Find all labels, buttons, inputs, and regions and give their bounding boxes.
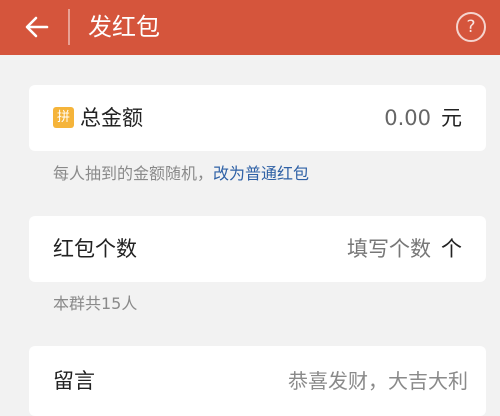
top-bar: 发红包 ?: [0, 0, 500, 55]
packet-count-label: 红包个数: [53, 237, 137, 261]
hint-text: 每人抽到的金额随机，: [53, 164, 214, 183]
back-button[interactable]: [20, 10, 54, 44]
random-amount-hint: 每人抽到的金额随机，改为普通红包: [53, 163, 309, 185]
question-circle-icon: ?: [466, 17, 476, 37]
total-amount-label: 总金额: [80, 106, 143, 130]
message-label: 留言: [53, 369, 95, 393]
amount-unit: 元: [441, 106, 462, 130]
arrow-left-icon: [25, 16, 49, 38]
amount-value: 0.00: [384, 106, 431, 130]
switch-normal-packet-link[interactable]: 改为普通红包: [213, 164, 309, 183]
count-input[interactable]: 填写个数个: [347, 234, 462, 264]
packet-count-row[interactable]: 红包个数 填写个数个: [29, 216, 486, 282]
help-button[interactable]: ?: [456, 12, 486, 42]
group-size-hint: 本群共15人: [53, 294, 138, 313]
page-title: 发红包: [88, 13, 160, 41]
message-row[interactable]: 留言 恭喜发财，大吉大利: [29, 346, 486, 416]
count-unit: 个: [441, 237, 462, 261]
total-amount-row[interactable]: 拼 总金额 0.00 元: [29, 85, 486, 151]
amount-input[interactable]: 0.00 元: [384, 103, 462, 133]
message-input[interactable]: 恭喜发财，大吉大利: [288, 366, 468, 396]
count-placeholder: 填写个数: [347, 237, 431, 261]
pin-badge-icon: 拼: [53, 107, 74, 128]
header-divider: [68, 9, 70, 45]
